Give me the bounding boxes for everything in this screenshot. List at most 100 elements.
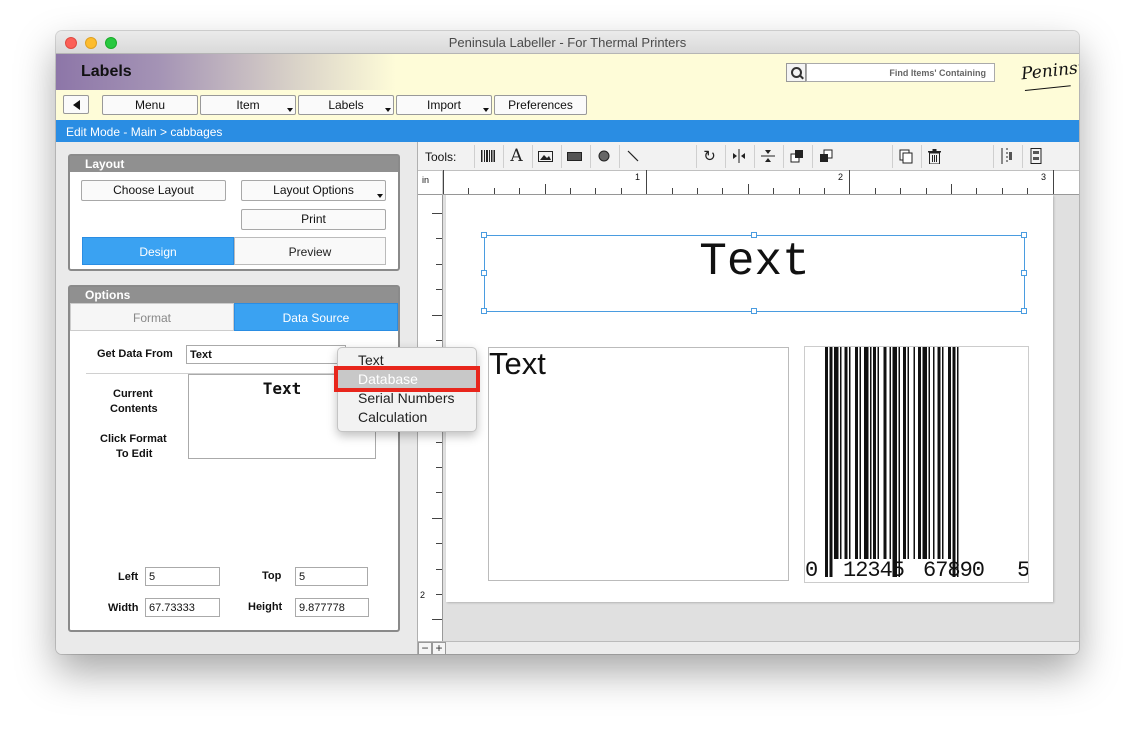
bring-forward-tool-icon[interactable] — [783, 145, 809, 168]
text-tool-icon[interactable]: A — [503, 145, 529, 168]
delete-tool-icon[interactable] — [921, 145, 947, 168]
resize-handle[interactable] — [751, 308, 757, 314]
resize-handle[interactable] — [481, 270, 487, 276]
labels-button[interactable]: Labels — [298, 95, 394, 115]
zoom-out-button[interactable]: − — [418, 642, 432, 654]
design-canvas[interactable]: Text Text 0 12345 67890 5 — [443, 195, 1079, 641]
import-dropdown-caret-icon — [483, 108, 489, 112]
ruler-tick — [432, 619, 442, 621]
back-button[interactable] — [63, 95, 89, 114]
zoom-in-button[interactable]: + — [432, 642, 446, 654]
barcode-bar — [870, 347, 872, 559]
ruler-tick — [436, 543, 442, 545]
height-label: Height — [248, 601, 283, 613]
search-icon[interactable] — [786, 63, 806, 82]
tools-label: Tools: — [425, 150, 457, 164]
ruler-tick — [747, 184, 749, 194]
ruler-tick — [874, 188, 876, 194]
labels-button-label: Labels — [328, 98, 364, 112]
barcode-digit-first: 0 — [805, 558, 819, 583]
ruler-tick — [436, 340, 442, 341]
ruler-tick — [595, 188, 597, 194]
ruler-tick — [432, 314, 442, 316]
ruler-tick — [900, 188, 902, 194]
barcode-bar — [883, 347, 887, 559]
layout-group-title: Layout — [70, 156, 398, 172]
align-right-tool-icon[interactable] — [1022, 145, 1048, 168]
image-tool-icon[interactable] — [532, 145, 558, 168]
resize-handle[interactable] — [1021, 308, 1027, 314]
barcode-bar — [840, 347, 842, 559]
rectangle-tool-icon[interactable] — [561, 145, 587, 168]
item-button[interactable]: Item — [200, 95, 296, 115]
align-left-tool-icon[interactable] — [993, 145, 1019, 168]
height-field[interactable]: 9.877778 — [295, 598, 369, 617]
ruler-tick — [620, 188, 622, 194]
design-tab[interactable]: Design — [82, 237, 234, 265]
format-tab[interactable]: Format — [70, 303, 234, 331]
preferences-button[interactable]: Preferences — [494, 95, 587, 115]
preview-tab[interactable]: Preview — [234, 237, 386, 265]
ruler-tick — [798, 188, 800, 194]
dropdown-item-calculation[interactable]: Calculation — [338, 408, 476, 427]
barcode-bar — [825, 347, 828, 577]
ruler-tick — [976, 188, 978, 194]
ruler-left-number: 2 — [420, 590, 426, 600]
label-page[interactable]: Text Text 0 12345 67890 5 — [446, 195, 1053, 602]
import-button[interactable]: Import — [396, 95, 492, 115]
selected-text-object[interactable]: Text — [481, 232, 1027, 314]
ruler-tick — [432, 213, 442, 214]
preferences-button-label: Preferences — [508, 98, 573, 112]
barcode-bar — [957, 347, 959, 577]
ruler-tick — [570, 188, 571, 194]
resize-handle[interactable] — [1021, 270, 1027, 276]
top-field[interactable]: 5 — [295, 567, 368, 586]
get-data-from-select[interactable]: Text — [186, 345, 346, 364]
resize-handle[interactable] — [481, 232, 487, 238]
flip-horizontal-tool-icon[interactable] — [725, 145, 751, 168]
tools-bar: Tools: A ↻ — [418, 142, 1079, 171]
ellipse-tool-icon[interactable] — [590, 145, 616, 168]
send-backward-tool-icon[interactable] — [812, 145, 838, 168]
item-button-label: Item — [236, 98, 260, 112]
layout-options-button[interactable]: Layout Options — [241, 180, 386, 201]
width-field[interactable]: 67.73333 — [145, 598, 220, 617]
barcode-bar — [898, 347, 900, 577]
duplicate-tool-icon[interactable] — [892, 145, 918, 168]
line-tool-icon[interactable] — [619, 145, 645, 168]
ruler-tick — [951, 184, 952, 194]
ruler-tick — [443, 170, 444, 194]
rotate-tool-icon[interactable]: ↻ — [696, 145, 722, 168]
options-group-title: Options — [70, 287, 398, 303]
layout-group: Layout Choose Layout Layout Options Prin… — [68, 154, 400, 271]
print-button[interactable]: Print — [241, 209, 386, 230]
data-source-tab[interactable]: Data Source — [234, 303, 398, 331]
resize-handle[interactable] — [481, 308, 487, 314]
left-label: Left — [118, 571, 139, 583]
barcode-tool-icon[interactable] — [474, 145, 500, 168]
options-group: Options Format Data Source Get Data From… — [68, 285, 400, 632]
ruler-tick — [436, 263, 442, 265]
resize-handle[interactable] — [751, 232, 757, 238]
ruler-tick — [519, 188, 521, 194]
resize-handle[interactable] — [1021, 232, 1027, 238]
flip-vertical-tool-icon[interactable] — [754, 145, 780, 168]
left-field[interactable]: 5 — [145, 567, 220, 586]
ruler-tick — [436, 594, 442, 595]
app-title: Labels — [81, 63, 132, 80]
ruler-tick — [849, 170, 851, 194]
to-edit-label: To Edit — [116, 448, 153, 460]
barcode-bar — [834, 347, 839, 559]
choose-layout-button[interactable]: Choose Layout — [81, 180, 226, 201]
barcode-bar — [903, 347, 906, 559]
barcode-object[interactable]: 0 12345 67890 5 — [804, 346, 1029, 583]
barcode-graphic — [825, 347, 959, 577]
menu-button[interactable]: Menu — [102, 95, 198, 115]
ruler-tick — [1027, 188, 1029, 194]
barcode-bar — [928, 347, 930, 559]
search-input[interactable]: Find Items' Containing — [806, 63, 995, 82]
barcode-bar — [889, 347, 891, 559]
text-object[interactable]: Text — [488, 346, 789, 581]
barcode-bar — [829, 347, 833, 577]
barcode-digits-right: 67890 — [923, 558, 985, 583]
